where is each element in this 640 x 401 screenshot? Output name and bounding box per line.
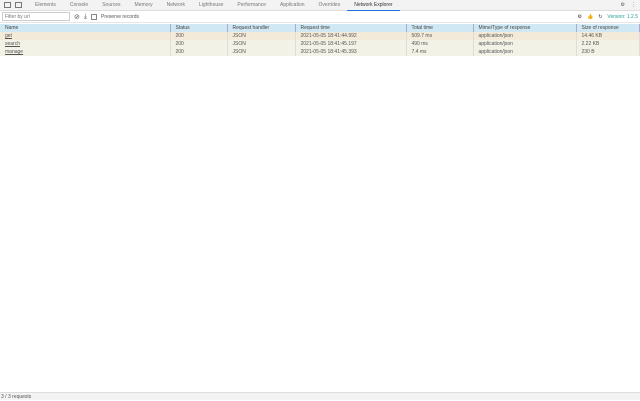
cell-name[interactable]: search [0, 40, 171, 48]
cell-handler: JSON [227, 32, 296, 40]
header-request-handler[interactable]: Request handler [227, 24, 296, 32]
clear-icon[interactable]: ⊘ [74, 13, 80, 21]
cell-status: 200 [170, 32, 228, 40]
inspect-icon[interactable] [4, 2, 11, 8]
tab-overrides[interactable]: Overrides [312, 0, 348, 11]
cell-status: 200 [170, 48, 228, 56]
settings-gear-icon[interactable]: ⚙ [621, 2, 625, 8]
cell-name[interactable]: get [0, 32, 171, 40]
cell-name[interactable]: manage [0, 48, 171, 56]
header-request-time[interactable]: Request time [295, 24, 407, 32]
cell-total-time: 490 ms [406, 40, 474, 48]
tab-console[interactable]: Console [63, 0, 95, 11]
device-toggle-icon[interactable] [15, 2, 22, 8]
toolbar: ⊘ ⤓ Preserve records ⚙ 👍 ↻ Version: 1.2.… [0, 11, 640, 23]
requests-table: Name Status Request handler Request time… [0, 24, 640, 56]
devtools-tabbar: Elements Console Sources Memory Network … [0, 0, 640, 11]
tab-application[interactable]: Application [273, 0, 311, 11]
tab-network-explorer[interactable]: Network Explorer [347, 0, 400, 11]
header-size[interactable]: Size of response [576, 24, 640, 32]
preserve-records-label: Preserve records [100, 13, 140, 20]
tab-sources[interactable]: Sources [95, 0, 127, 11]
refresh-icon[interactable]: ↻ [598, 14, 602, 20]
tab-performance[interactable]: Performance [230, 0, 273, 11]
cell-mime: application/json [473, 40, 577, 48]
status-footer: 3 / 3 requests [0, 392, 640, 400]
cell-mime: application/json [473, 32, 577, 40]
cell-handler: JSON [227, 40, 296, 48]
cell-mime: application/json [473, 48, 577, 56]
tab-memory[interactable]: Memory [128, 0, 160, 11]
header-name[interactable]: Name [0, 24, 171, 32]
more-menu-icon[interactable]: ⋮ [631, 2, 636, 8]
header-status[interactable]: Status [170, 24, 228, 32]
table-header: Name Status Request handler Request time… [0, 24, 640, 32]
tab-network[interactable]: Network [160, 0, 192, 11]
table-row[interactable]: get 200 JSON 2021-05-05 18:41:44.992 509… [0, 32, 640, 40]
cell-total-time: 509.7 ms [406, 32, 474, 40]
cell-handler: JSON [227, 48, 296, 56]
tab-elements[interactable]: Elements [28, 0, 63, 11]
cell-size: 230 B [576, 48, 640, 56]
table-row[interactable]: search 200 JSON 2021-05-05 18:41:45.197 … [0, 40, 640, 48]
cell-request-time: 2021-05-05 18:41:44.992 [295, 32, 407, 40]
thumbs-up-icon[interactable]: 👍 [587, 14, 593, 20]
cell-size: 14.46 KB [576, 32, 640, 40]
table-row[interactable]: manage 200 JSON 2021-05-05 18:41:45.393 … [0, 48, 640, 56]
cell-total-time: 7.4 ms [406, 48, 474, 56]
version-label: Version: 1.2.5 [607, 13, 638, 20]
cell-status: 200 [170, 40, 228, 48]
header-total-time[interactable]: Total time [406, 24, 474, 32]
filter-input[interactable] [2, 12, 70, 21]
preserve-records-checkbox[interactable] [90, 13, 97, 20]
download-icon[interactable]: ⤓ [84, 13, 87, 21]
tab-lighthouse[interactable]: Lighthouse [192, 0, 230, 11]
settings-icon[interactable]: ⚙ [578, 14, 582, 20]
cell-size: 2.22 KB [576, 40, 640, 48]
header-mime-type[interactable]: Mime/Type of response [473, 24, 577, 32]
cell-request-time: 2021-05-05 18:41:45.393 [295, 48, 407, 56]
cell-request-time: 2021-05-05 18:41:45.197 [295, 40, 407, 48]
